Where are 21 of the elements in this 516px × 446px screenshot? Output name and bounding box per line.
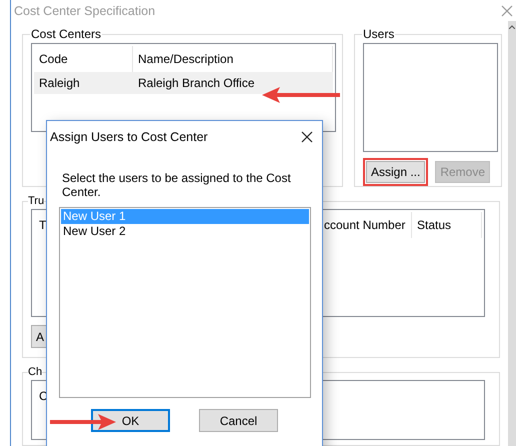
column-header[interactable]: Status xyxy=(412,212,482,238)
users-list[interactable]: New User 1 New User 2 xyxy=(59,207,311,398)
list-cell-text: Raleigh xyxy=(38,75,81,92)
list-cell-text: Raleigh Branch Office xyxy=(137,75,256,92)
annotation-arrow xyxy=(50,413,116,431)
list-row[interactable]: Raleigh Raleigh Branch Office xyxy=(34,72,333,94)
group-title: Users xyxy=(362,27,396,41)
group-title: Tru xyxy=(28,195,44,207)
instruction-text: Select the users to be assigned to the Cost Center. xyxy=(62,171,292,199)
scroll-up-icon[interactable] xyxy=(509,25,515,29)
scrollbar[interactable] xyxy=(508,21,516,446)
group-title: Ch xyxy=(28,366,42,378)
group-title: Cost Centers xyxy=(30,27,102,41)
dialog-button[interactable]: OK xyxy=(91,409,170,432)
close-icon[interactable] xyxy=(301,131,313,143)
window-title: Cost Center Specification xyxy=(14,4,156,18)
list-item[interactable]: New User 2 xyxy=(61,224,309,239)
dialog-title: Assign Users to Cost Center xyxy=(50,130,208,144)
dialog-button[interactable]: Cancel xyxy=(199,409,278,432)
dialog-button[interactable]: Assign ... xyxy=(366,161,426,183)
users-list[interactable] xyxy=(363,43,498,152)
